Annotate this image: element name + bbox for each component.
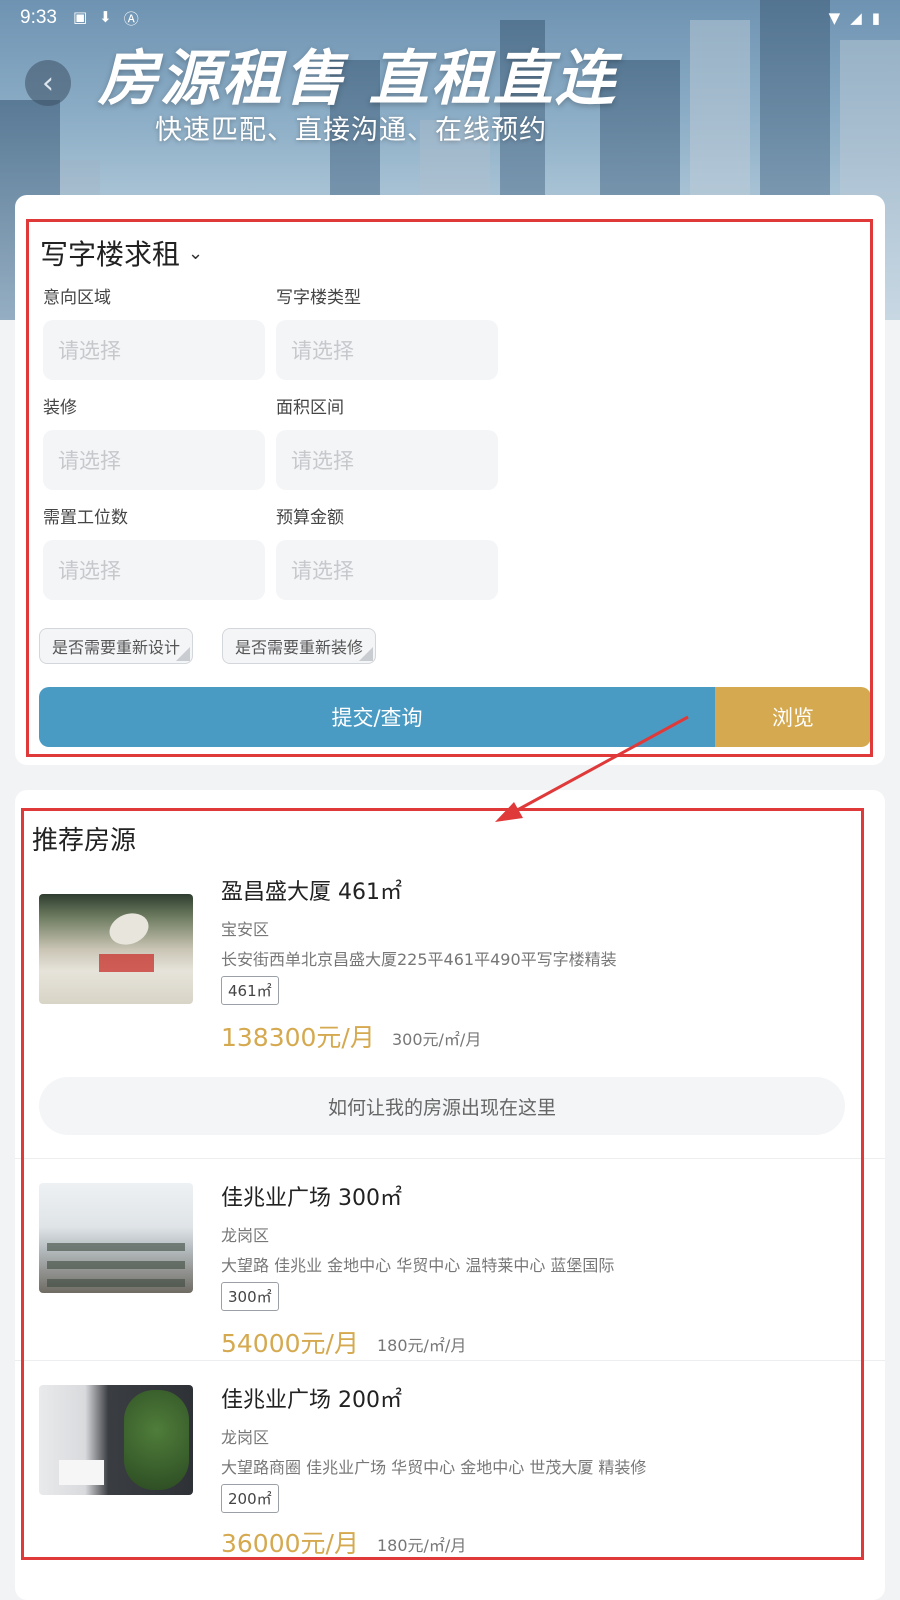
status-time: 9:33 — [20, 7, 57, 28]
option-renovate-label: 是否需要重新装修 — [235, 638, 364, 657]
select-building-type[interactable]: 请选择 — [276, 320, 498, 380]
field-label-decoration: 装修 — [43, 398, 77, 418]
listing-unit-price: 180元/㎡/月 — [377, 1536, 467, 1555]
download-icon: ⬇ — [99, 7, 112, 26]
app-icon: Ⓐ — [123, 9, 139, 28]
option-redesign[interactable]: 是否需要重新设计 — [39, 628, 194, 664]
hero-title: 房源租售 直租直连 — [98, 44, 617, 114]
wifi-icon: ▼ — [828, 9, 841, 27]
listing-district: 宝安区 — [221, 920, 270, 939]
listing-description: 大望路商圈 佳兆业广场 华贸中心 金地中心 世茂大厦 精装修 — [221, 1458, 647, 1477]
select-size-range[interactable]: 请选择 — [276, 430, 498, 490]
option-redesign-label: 是否需要重新设计 — [52, 638, 181, 657]
select-budget[interactable]: 请选择 — [276, 540, 498, 600]
listing-unit-price: 300元/㎡/月 — [392, 1030, 482, 1049]
form-title: 写字楼求租 — [40, 238, 181, 271]
divider — [15, 1158, 885, 1159]
select-area[interactable]: 请选择 — [43, 320, 265, 380]
field-label-workstations: 需置工位数 — [43, 508, 128, 528]
listing-district: 龙岗区 — [221, 1428, 270, 1447]
submit-query-button[interactable]: 提交/查询 — [39, 687, 715, 747]
signal-icon: ◢ — [850, 9, 862, 27]
recommended-listings: 推荐房源 盈昌盛大厦 461㎡ 宝安区 长安街西单北京昌盛大厦225平461平4… — [15, 790, 885, 1600]
listing-thumbnail — [39, 1183, 193, 1293]
back-button[interactable]: ‹ — [25, 60, 71, 106]
form-type-selector[interactable]: 写字楼求租 ⌄ — [40, 233, 203, 273]
status-bar: 9:33 ▣ ⬇ Ⓐ ▼ ◢ ▮ — [20, 6, 880, 30]
field-label-building-type: 写字楼类型 — [276, 288, 361, 308]
browse-button[interactable]: 浏览 — [715, 687, 871, 747]
section-title: 推荐房源 — [32, 826, 137, 856]
field-label-area: 意向区域 — [43, 288, 111, 308]
listing-price: 54000元/月 — [221, 1329, 359, 1358]
listing-thumbnail — [39, 1385, 193, 1495]
rental-request-form: 写字楼求租 ⌄ 意向区域 写字楼类型 请选择 请选择 装修 面积区间 请选择 请… — [15, 195, 885, 765]
listing-area-badge: 461㎡ — [221, 976, 279, 1005]
listing-unit-price: 180元/㎡/月 — [377, 1336, 467, 1355]
field-label-size-range: 面积区间 — [276, 398, 344, 418]
select-decoration[interactable]: 请选择 — [43, 430, 265, 490]
check-corner-icon — [176, 647, 191, 661]
how-to-list-button[interactable]: 如何让我的房源出现在这里 — [39, 1077, 845, 1135]
listing-price: 138300元/月 — [221, 1023, 375, 1052]
hero-subtitle: 快速匹配、直接沟通、在线预约 — [155, 115, 547, 146]
listing-price: 36000元/月 — [221, 1529, 359, 1558]
listing-area-badge: 300㎡ — [221, 1282, 279, 1311]
listing-description: 长安街西单北京昌盛大厦225平461平490平写字楼精装 — [221, 950, 617, 969]
select-workstations[interactable]: 请选择 — [43, 540, 265, 600]
listing-thumbnail — [39, 894, 193, 1004]
listing-name: 佳兆业广场 300㎡ — [221, 1186, 402, 1211]
listing-name: 盈昌盛大厦 461㎡ — [221, 880, 402, 905]
chevron-down-icon: ⌄ — [188, 242, 204, 264]
listing-district: 龙岗区 — [221, 1226, 270, 1245]
divider — [15, 1360, 885, 1361]
battery-icon: ▮ — [871, 9, 880, 27]
chevron-left-icon: ‹ — [42, 65, 54, 101]
listing-area-badge: 200㎡ — [221, 1484, 279, 1513]
listing-name: 佳兆业广场 200㎡ — [221, 1388, 402, 1413]
option-renovate[interactable]: 是否需要重新装修 — [222, 628, 377, 664]
image-icon: ▣ — [72, 7, 88, 26]
field-label-budget: 预算金额 — [276, 508, 344, 528]
check-corner-icon — [359, 647, 374, 661]
listing-description: 大望路 佳兆业 金地中心 华贸中心 温特莱中心 蓝堡国际 — [221, 1256, 615, 1275]
